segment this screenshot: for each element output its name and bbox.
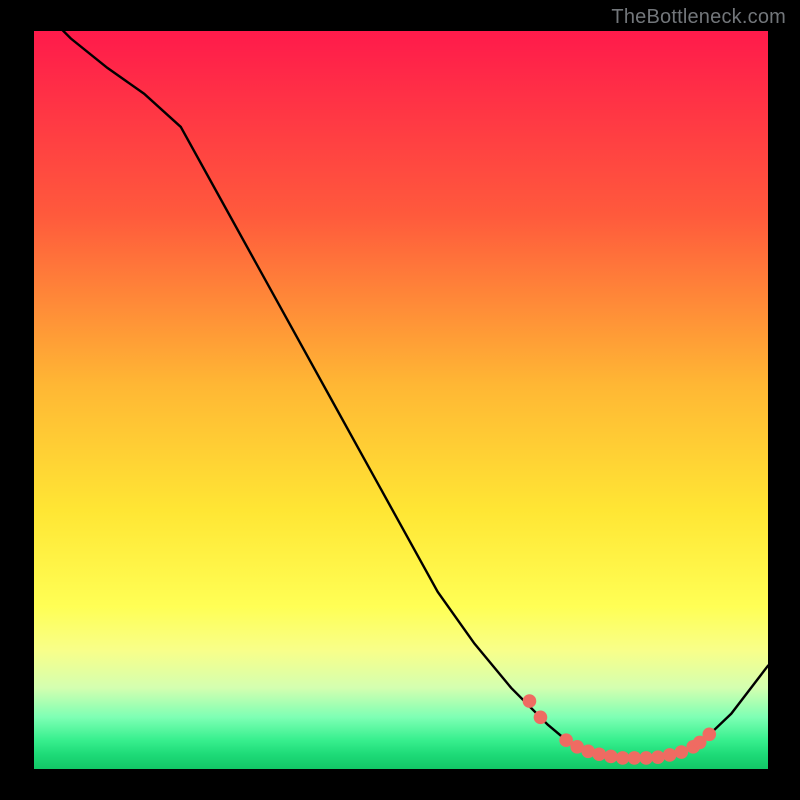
marker-dot bbox=[702, 728, 716, 742]
marker-dot bbox=[663, 748, 677, 762]
marker-dot bbox=[628, 751, 642, 765]
marker-dot bbox=[639, 751, 653, 765]
chart-frame: TheBottleneck.com bbox=[0, 0, 800, 800]
watermark-text: TheBottleneck.com bbox=[611, 6, 786, 29]
marker-dot bbox=[523, 694, 537, 708]
marker-dot bbox=[675, 745, 689, 759]
marker-dot bbox=[651, 750, 665, 764]
plot-area bbox=[34, 31, 768, 769]
marker-dot bbox=[592, 747, 606, 761]
marker-dot bbox=[534, 711, 548, 725]
marker-dot bbox=[616, 751, 630, 765]
chart-svg bbox=[34, 31, 768, 769]
marker-dot bbox=[604, 750, 618, 764]
curve-line bbox=[34, 31, 768, 758]
